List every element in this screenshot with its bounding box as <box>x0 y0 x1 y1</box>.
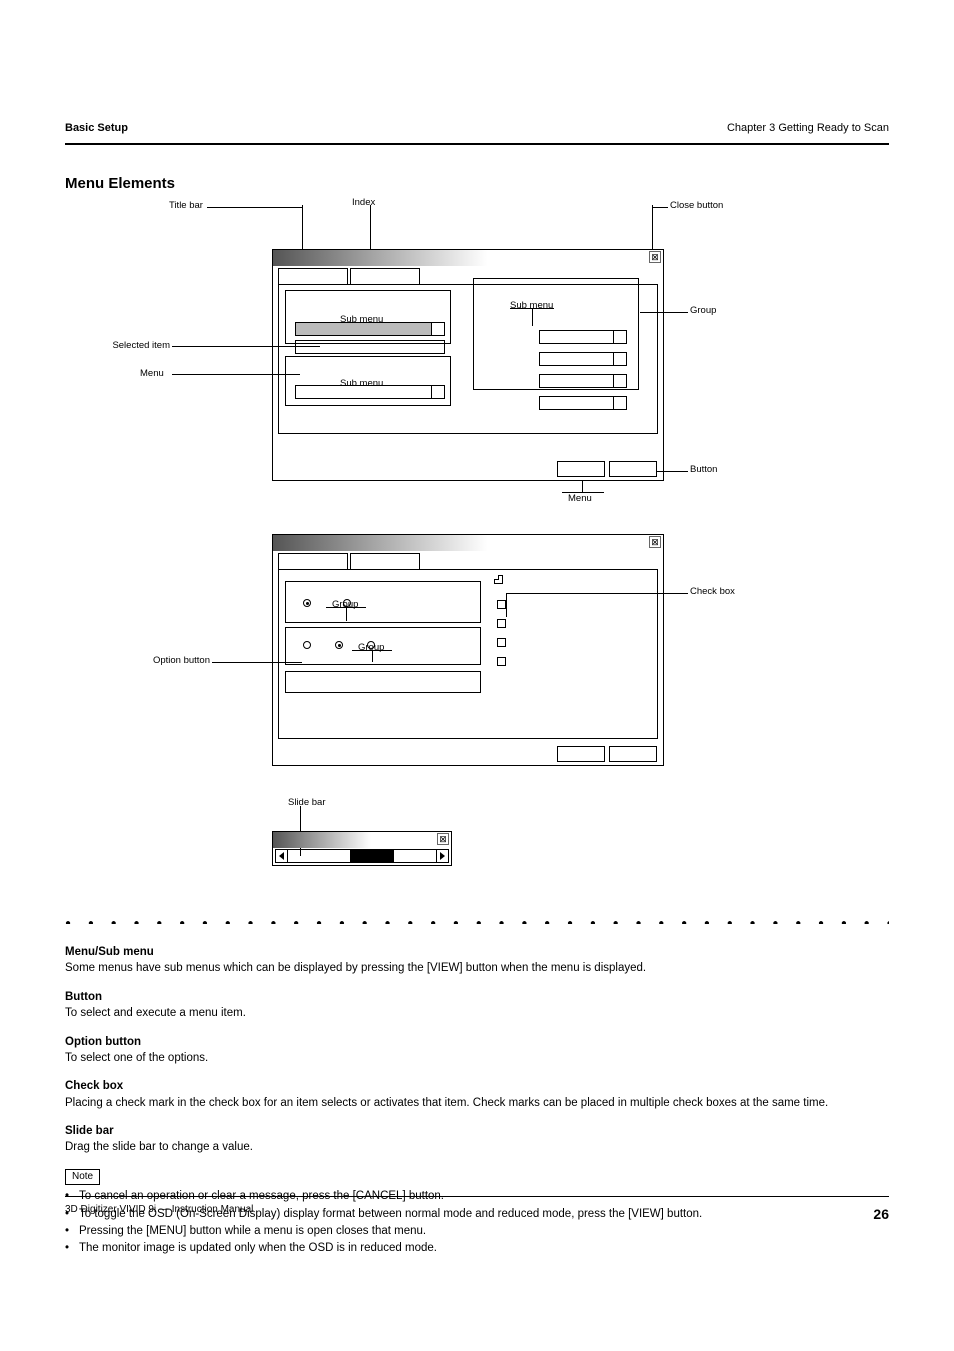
note-body: Drag the slide bar to change a value. <box>65 1140 889 1154</box>
dropdown-arrow-icon[interactable] <box>614 397 626 409</box>
text-field[interactable] <box>285 671 481 693</box>
dialog-button[interactable] <box>557 461 605 477</box>
callout-title-bar: Title bar <box>169 200 203 212</box>
dropdown-arrow-icon[interactable] <box>614 375 626 387</box>
tab[interactable] <box>350 268 420 284</box>
checkbox[interactable] <box>497 619 506 628</box>
note-body: Placing a check mark in the check box fo… <box>65 1096 889 1110</box>
callout-check-box: Check box <box>690 586 735 598</box>
tab-row <box>278 553 663 569</box>
checkbox[interactable] <box>497 638 506 647</box>
note-title: Menu/Sub menu <box>65 945 889 959</box>
running-head-left: Basic Setup <box>65 122 128 136</box>
combo-field[interactable] <box>295 385 445 399</box>
note-title: Check box <box>65 1079 889 1093</box>
dropdown-arrow-icon[interactable] <box>432 386 444 398</box>
tab[interactable] <box>278 553 348 569</box>
radio-option[interactable] <box>367 641 375 649</box>
radio-option[interactable] <box>335 641 343 649</box>
dialog-buttons <box>557 746 657 762</box>
slider-track[interactable] <box>288 850 436 862</box>
running-head-right: Chapter 3 Getting Ready to Scan <box>727 122 889 136</box>
dropdown-arrow-icon[interactable] <box>432 323 444 335</box>
close-icon[interactable]: ⊠ <box>649 251 661 263</box>
footer-doc-title: 3D Digitizer VIVID 9i — Instruction Manu… <box>65 1204 253 1217</box>
dropdown-arrow-icon[interactable] <box>614 331 626 343</box>
slider[interactable] <box>275 849 449 863</box>
callout-option-button: Option button <box>120 655 210 667</box>
slider-thumb[interactable] <box>350 850 394 862</box>
callout-group: Group <box>690 305 716 317</box>
guide-line <box>302 205 303 249</box>
guide-line <box>207 207 302 208</box>
radio-option[interactable] <box>303 599 311 607</box>
dialog-button[interactable] <box>609 746 657 762</box>
callout-button-1: Button <box>690 464 717 476</box>
note-label-box: Note <box>65 1169 100 1186</box>
tab[interactable] <box>278 268 348 284</box>
note-body: To select and execute a menu item. <box>65 1006 889 1020</box>
page-bottom-rule <box>65 1196 889 1198</box>
dropdown-arrow-icon[interactable] <box>614 353 626 365</box>
page-number: 26 <box>873 1206 889 1224</box>
checkbox[interactable] <box>497 600 506 609</box>
page-top-rule <box>65 143 889 146</box>
dialog-window-1: ⊠ <box>272 249 664 481</box>
note-title: Button <box>65 990 889 1004</box>
tab[interactable] <box>350 553 420 569</box>
combo-field[interactable] <box>295 340 445 354</box>
slider-window: ⊠ <box>272 831 452 866</box>
title-bar: ⊠ <box>273 250 663 266</box>
combo-field[interactable] <box>539 374 627 388</box>
guide-line <box>582 480 583 492</box>
checkbox-group <box>497 581 506 666</box>
close-icon[interactable]: ⊠ <box>649 536 661 548</box>
radio-option[interactable] <box>303 641 311 649</box>
dotted-divider: ● ● ● ● ● ● ● ● ● ● ● ● ● ● ● ● ● ● ● ● … <box>65 918 889 924</box>
note-body: To select one of the options. <box>65 1051 889 1065</box>
callout-index: Index <box>352 197 375 209</box>
callout-slide-bar: Slide bar <box>288 797 326 809</box>
checkbox[interactable] <box>497 657 506 666</box>
title-bar: ⊠ <box>273 832 451 848</box>
title-bar: ⊠ <box>273 535 663 551</box>
callout-menu: Menu <box>140 368 164 380</box>
slider-left-arrow-icon[interactable] <box>276 850 288 862</box>
note-body: Some menus have sub menus which can be d… <box>65 961 889 975</box>
note-bullet: •Pressing the [MENU] button while a menu… <box>65 1224 889 1238</box>
section-title: Menu Elements <box>65 175 175 194</box>
combo-field[interactable] <box>539 352 627 366</box>
combo-field[interactable] <box>539 330 627 344</box>
note-title: Option button <box>65 1035 889 1049</box>
dialog-buttons <box>557 461 657 477</box>
callout-selected-item: Selected item <box>100 340 170 352</box>
dialog-button[interactable] <box>609 461 657 477</box>
callout-close-button: Close button <box>670 200 723 212</box>
callout-menu-bottom: Menu <box>568 493 592 505</box>
dialog-window-2: ⊠ <box>272 534 664 766</box>
guide-line <box>652 207 668 208</box>
dialog-button[interactable] <box>557 746 605 762</box>
combo-selected[interactable] <box>295 322 445 336</box>
slider-right-arrow-icon[interactable] <box>436 850 448 862</box>
close-icon[interactable]: ⊠ <box>437 833 449 845</box>
combo-field[interactable] <box>539 396 627 410</box>
note-title: Slide bar <box>65 1124 889 1138</box>
radio-group <box>303 599 353 607</box>
guide-line <box>562 492 604 493</box>
note-bullet-list: •To cancel an operation or clear a messa… <box>65 1189 889 1256</box>
note-bullet: •The monitor image is updated only when … <box>65 1241 889 1255</box>
radio-option[interactable] <box>343 599 351 607</box>
radio-group <box>303 641 377 649</box>
